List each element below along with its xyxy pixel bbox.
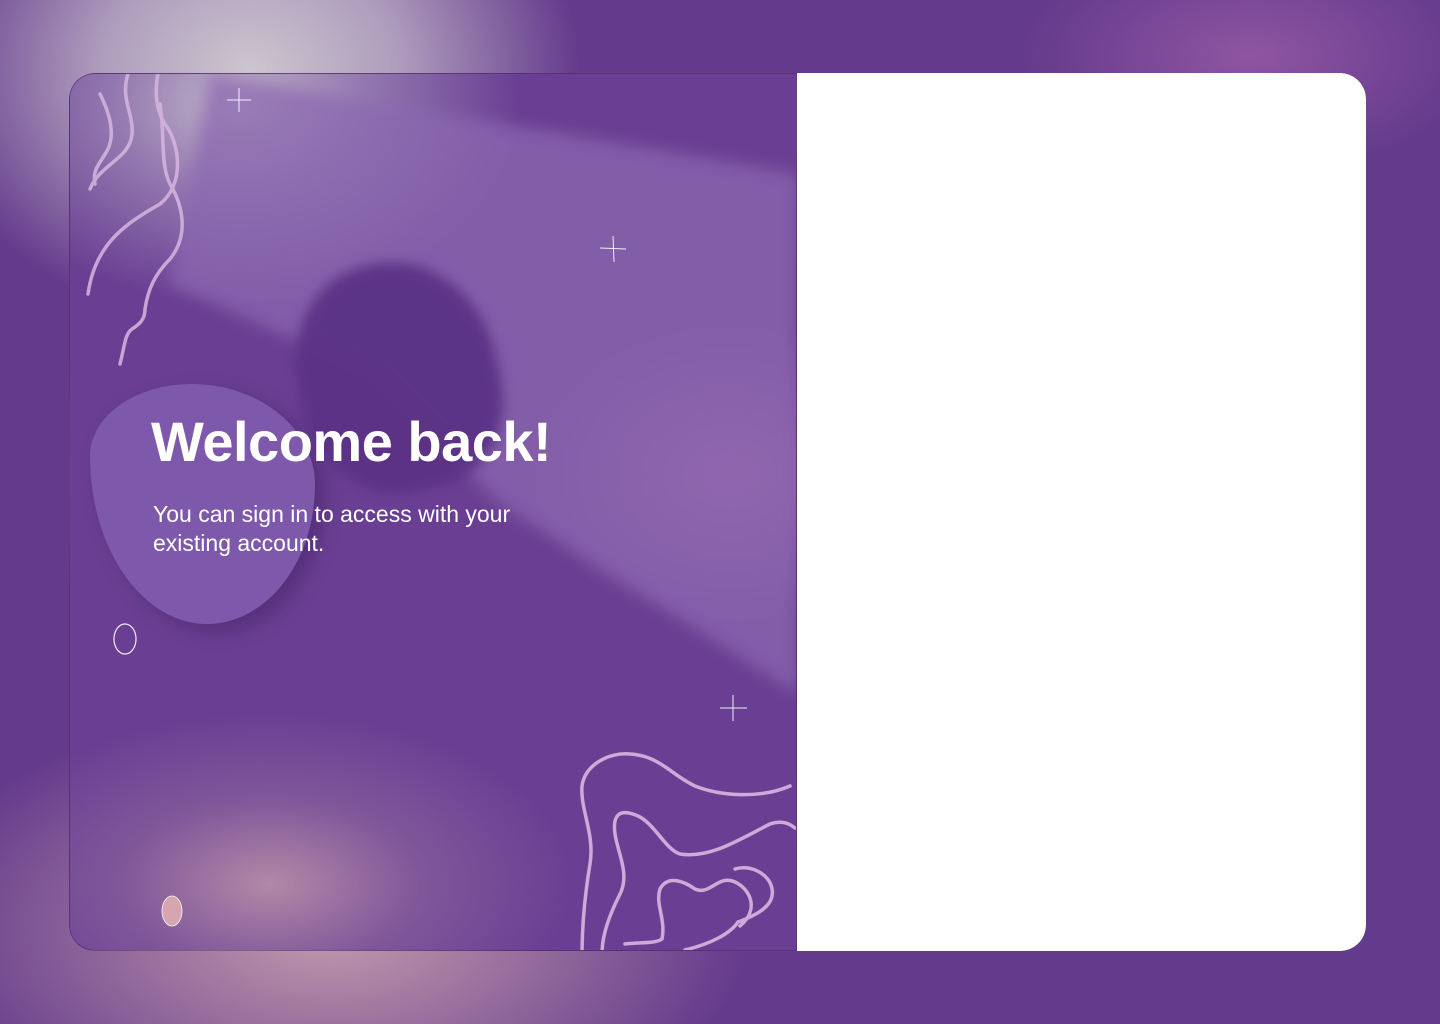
oval-fill-icon xyxy=(161,895,183,927)
oval-outline-icon xyxy=(113,623,137,655)
squiggle-line-top-left xyxy=(86,74,184,366)
welcome-subtitle: You can sign in to access with your exis… xyxy=(153,501,511,556)
squiggle-line-bottom-right xyxy=(580,752,796,950)
welcome-title: Welcome back! xyxy=(151,410,552,473)
welcome-panel: Welcome back! You can sign in to access … xyxy=(69,73,797,951)
login-card: Welcome back! You can sign in to access … xyxy=(69,73,1366,951)
sign-in-form-panel xyxy=(797,73,1366,951)
